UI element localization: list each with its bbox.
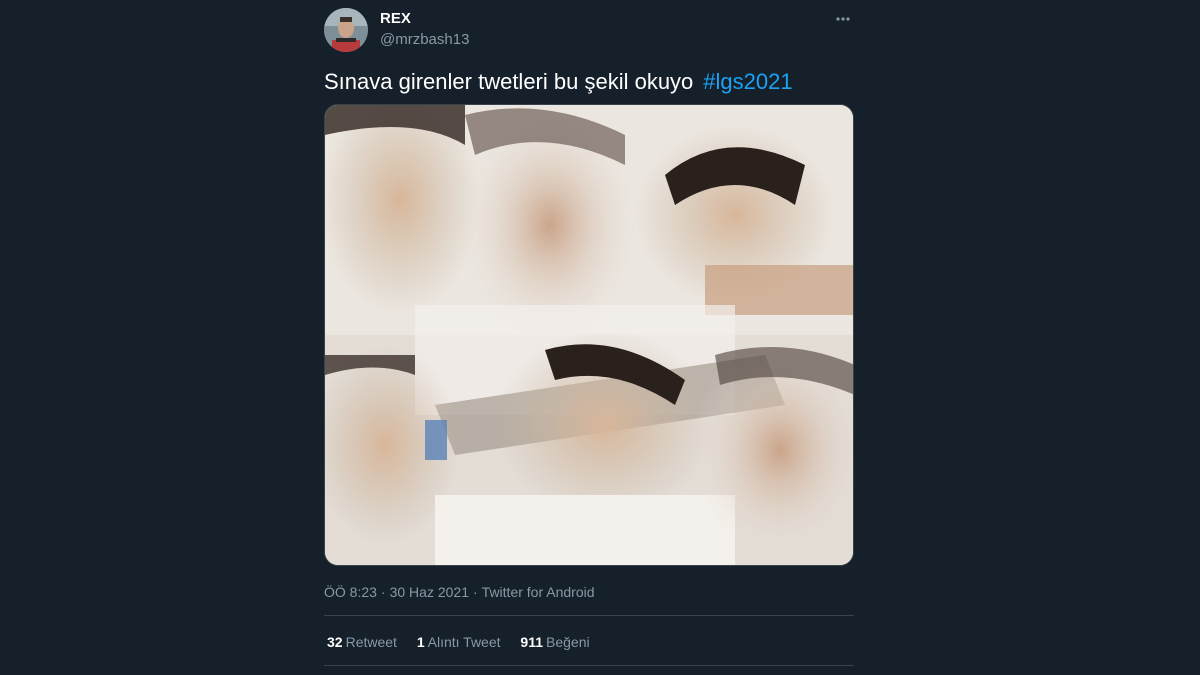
divider	[324, 665, 854, 666]
quote-tweets-stat[interactable]: 1 Alıntı Tweet	[417, 633, 501, 651]
tweet-meta: ÖÖ 8:23 · 30 Haz 2021 · Twitter for Android	[324, 583, 595, 601]
likes-stat[interactable]: 911 Beğeni	[520, 633, 589, 651]
user-handle[interactable]: @mrzbash13	[380, 30, 469, 50]
tweet-stats: 32 Retweet 1 Alıntı Tweet 911 Beğeni	[327, 633, 606, 651]
display-name[interactable]: REX	[380, 10, 469, 28]
likes-count: 911	[520, 634, 544, 650]
media-image	[325, 105, 853, 565]
meta-separator: ·	[473, 584, 478, 600]
user-block: REX @mrzbash13	[380, 10, 469, 50]
retweets-label: Retweet	[345, 634, 397, 650]
avatar-image	[324, 8, 368, 52]
tweet-text: Sınava girenler twetleri bu şekil okuyo #…	[324, 68, 793, 96]
tweet-time[interactable]: ÖÖ 8:23	[324, 584, 377, 600]
quote-tweets-count: 1	[416, 634, 425, 650]
retweets-count: 32	[327, 634, 343, 650]
divider	[324, 615, 854, 616]
tweet-source[interactable]: Twitter for Android	[482, 584, 595, 600]
hashtag-link[interactable]: #lgs2021	[703, 69, 792, 94]
tweet: REX @mrzbash13 Sınava girenler twetleri …	[324, 0, 854, 675]
meta-separator: ·	[380, 584, 386, 600]
retweets-stat[interactable]: 32 Retweet	[327, 633, 397, 651]
tweet-media[interactable]	[324, 104, 854, 566]
likes-label: Beğeni	[546, 634, 590, 650]
avatar[interactable]	[324, 8, 368, 52]
more-horizontal-icon	[836, 17, 850, 21]
more-options-button[interactable]	[832, 8, 854, 30]
tweet-date[interactable]: 30 Haz 2021	[390, 584, 469, 600]
quote-tweets-label: Alıntı Tweet	[427, 634, 501, 650]
tweet-body: Sınava girenler twetleri bu şekil okuyo	[324, 69, 694, 94]
tweet-header: REX @mrzbash13	[324, 6, 854, 52]
